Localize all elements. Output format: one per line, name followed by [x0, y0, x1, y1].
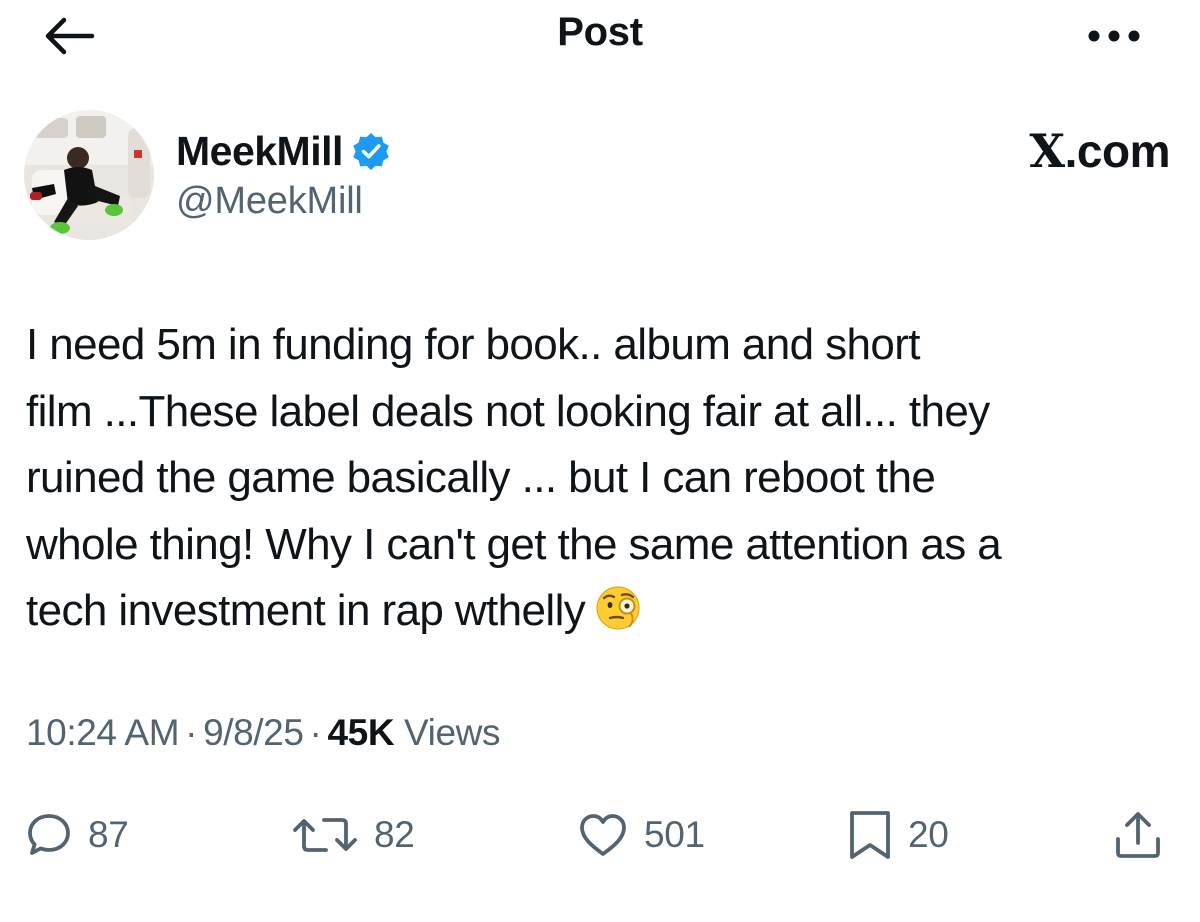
meta-separator: · [309, 712, 322, 753]
more-horizontal-icon [1088, 30, 1140, 42]
post-meta: 10:24 AM · 9/8/25 · 45K Views [26, 712, 500, 754]
more-options-button[interactable] [1082, 18, 1146, 54]
share-icon [1116, 812, 1160, 858]
post-time[interactable]: 10:24 AM [26, 712, 180, 753]
author-name-row: MeekMill [176, 124, 391, 178]
author-display-name[interactable]: MeekMill [176, 128, 343, 175]
repost-count: 82 [374, 814, 415, 855]
verified-badge-icon [353, 133, 389, 170]
x-com-watermark: X.com [960, 124, 1170, 178]
reply-icon [28, 814, 70, 855]
reply-button[interactable]: 87 [26, 800, 129, 870]
author-handle[interactable]: @MeekMill [176, 180, 363, 223]
watermark-x-letter: X [1029, 124, 1065, 178]
tweet-line: film ...These label deals not looking fa… [26, 386, 990, 436]
avatar[interactable] [24, 110, 154, 240]
top-bar: Post [0, 0, 1200, 72]
tweet-line-last: tech investment in rap wthelly [26, 578, 1176, 645]
avatar-photo [24, 110, 154, 240]
repost-button[interactable]: 82 [292, 800, 415, 870]
bookmark-button[interactable]: 20 [848, 800, 949, 870]
tweet-line-text: tech investment in rap wthelly [26, 586, 586, 635]
face-with-monocle-icon [596, 586, 640, 630]
heart-icon [580, 814, 626, 856]
tweet-line: whole thing! Why I can't get the same at… [26, 519, 1002, 569]
repost-icon [293, 818, 357, 852]
arrow-left-icon [45, 17, 95, 55]
bookmark-count: 20 [908, 814, 949, 855]
views-count: 45K [327, 712, 395, 753]
tweet-text: I need 5m in funding for book.. album an… [26, 312, 1176, 645]
reply-count: 87 [88, 814, 129, 855]
back-button[interactable] [38, 12, 98, 60]
action-bar: 87 82 501 20 [0, 800, 1200, 870]
watermark-suffix: .com [1064, 125, 1171, 177]
share-button[interactable] [1112, 800, 1164, 870]
like-count: 501 [644, 814, 705, 855]
tweet-line: I need 5m in funding for book.. album an… [26, 320, 921, 369]
page-title: Post [557, 10, 643, 54]
post-date[interactable]: 9/8/25 [203, 712, 304, 753]
tweet-line: ruined the game basically ... but I can … [26, 453, 936, 502]
views-label: Views [404, 712, 501, 753]
meta-separator: · [185, 712, 198, 753]
bookmark-icon [850, 811, 890, 859]
like-button[interactable]: 501 [578, 800, 705, 870]
